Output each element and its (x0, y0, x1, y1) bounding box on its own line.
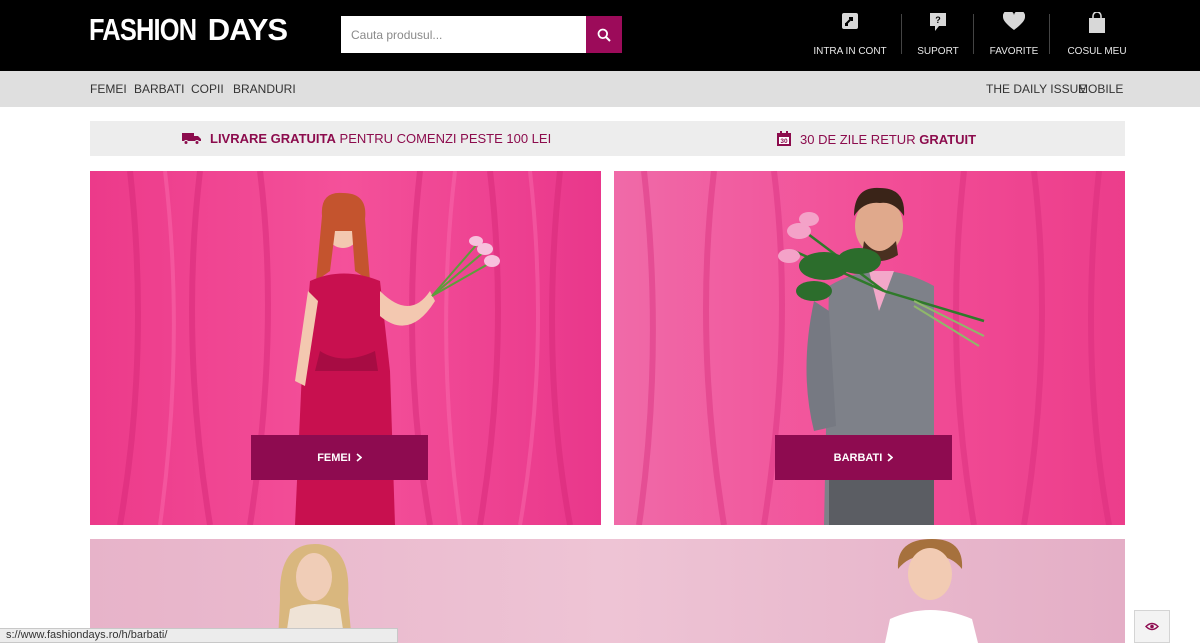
promo-bar: LIVRARE GRATUITA PENTRU COMENZI PESTE 10… (90, 121, 1125, 156)
return-bold-text: GRATUIT (919, 131, 977, 147)
logo[interactable]: FASHION DAYS (89, 12, 288, 47)
men-banner[interactable]: BARBATI (614, 171, 1125, 525)
account-icon (842, 13, 858, 29)
nav-item-copii[interactable]: COPII (191, 82, 224, 96)
calendar-icon: 30 (777, 131, 791, 146)
calendar-number: 30 (780, 138, 788, 145)
chevron-right-icon (356, 453, 362, 462)
return-text: 30 DE ZILE RETUR (800, 131, 916, 147)
search-input[interactable] (341, 16, 586, 53)
header-divider (901, 14, 902, 54)
support-link[interactable]: ? SUPORT (914, 12, 962, 57)
shipping-text: PENTRU COMENZI PESTE 100 LEI (339, 131, 552, 146)
nav-item-mobile[interactable]: MOBILE (1078, 82, 1123, 96)
search-icon (597, 28, 611, 42)
nav-item-barbati[interactable]: BARBATI (134, 82, 184, 96)
account-link[interactable]: INTRA IN CONT (812, 12, 888, 57)
header-divider (973, 14, 974, 54)
browser-status-url: s://www.fashiondays.ro/h/barbati/ (0, 628, 398, 643)
preview-toggle-button[interactable] (1134, 610, 1170, 643)
free-shipping-promo: LIVRARE GRATUITA PENTRU COMENZI PESTE 10… (182, 131, 551, 146)
main-nav: FEMEI BARBATI COPII BRANDURI THE DAILY I… (0, 71, 1200, 107)
women-cta-button[interactable]: FEMEI (251, 435, 428, 480)
shipping-bold-text: LIVRARE GRATUITA (210, 131, 336, 146)
favorites-label: FAVORITE (989, 46, 1039, 57)
nav-item-femei[interactable]: FEMEI (90, 82, 127, 96)
heart-icon (1003, 12, 1025, 30)
search-button[interactable] (586, 16, 622, 53)
women-banner[interactable]: FEMEI (90, 171, 601, 525)
svg-text:?: ? (935, 15, 941, 25)
men-cta-button[interactable]: BARBATI (775, 435, 952, 480)
cart-link[interactable]: COSUL MEU (1066, 12, 1128, 57)
cart-bag-icon (1089, 12, 1105, 33)
nav-item-branduri[interactable]: BRANDURI (233, 82, 296, 96)
support-icon: ? (930, 13, 946, 31)
chevron-right-icon (887, 453, 894, 462)
cart-label: COSUL MEU (1067, 46, 1127, 57)
account-label: INTRA IN CONT (813, 46, 887, 57)
free-return-promo: 30 30 DE ZILE RETUR GRATUIT (776, 131, 976, 147)
logo-fashion-text: FASHION (89, 12, 197, 47)
header-divider (1049, 14, 1050, 54)
site-header: FASHION DAYS INTRA IN CONT ? SUPORT FAVOR… (0, 0, 1200, 71)
men-cta-label: BARBATI (833, 451, 883, 464)
delivery-truck-icon (182, 133, 201, 145)
logo-days-text: DAYS (207, 12, 288, 47)
eye-icon (1145, 622, 1159, 631)
women-cta-label: FEMEI (317, 451, 351, 464)
favorites-link[interactable]: FAVORITE (988, 12, 1040, 57)
nav-item-daily-issue[interactable]: THE DAILY ISSUE (986, 82, 1086, 96)
support-label: SUPORT (917, 46, 959, 57)
